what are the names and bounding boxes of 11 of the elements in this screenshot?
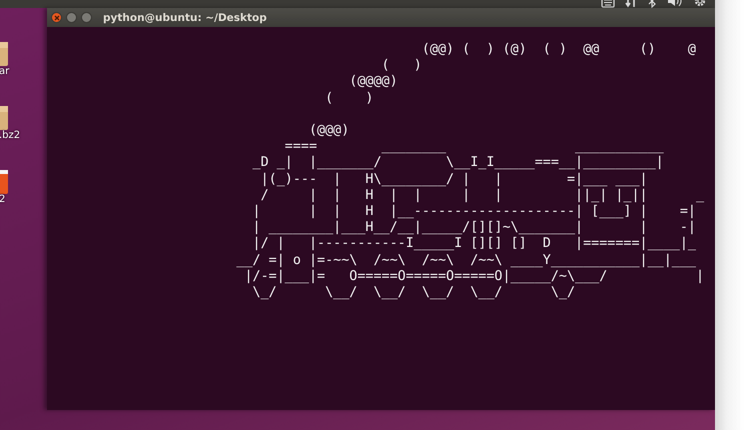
minimize-button[interactable] xyxy=(66,12,77,23)
window-title: python@ubuntu: ~/Desktop xyxy=(103,12,267,24)
desktop-icon-label[interactable]: .bz2 xyxy=(0,130,20,141)
package-icon[interactable] xyxy=(0,168,9,194)
maximize-button[interactable] xyxy=(81,12,92,23)
archive-icon[interactable] xyxy=(0,40,9,66)
close-button[interactable] xyxy=(51,12,62,23)
archive-icon[interactable] xyxy=(0,104,9,130)
desktop-icon-label[interactable]: 2 xyxy=(0,194,6,205)
close-icon xyxy=(54,14,60,20)
terminal-output: (@@) ( ) (@) ( ) @@ () @ ( ) (@@@@) ( ) (@@@) ==== ________ ___________ _D _| |_______/ \__I_I_____===__|_________| |(_)--- | H\________/ | | =|___ ___| / | | H | | | | ||_| |_|| _ | | | H |__--------------------| [___] | =| | ________|___H__/__|_____/[][]~\_______| | -| |/ | |-----------I_____I [][] [] D |=======|____|_ __/ =| o |=-~~\ /~~\ /~~\ /~~\ ____Y___________|__|___ |/-=|___|= O=====O=====O=====O|_____/~\___/ | \_/ \__/ \__/ \__/ \__/ \_/ xyxy=(235,42,706,302)
